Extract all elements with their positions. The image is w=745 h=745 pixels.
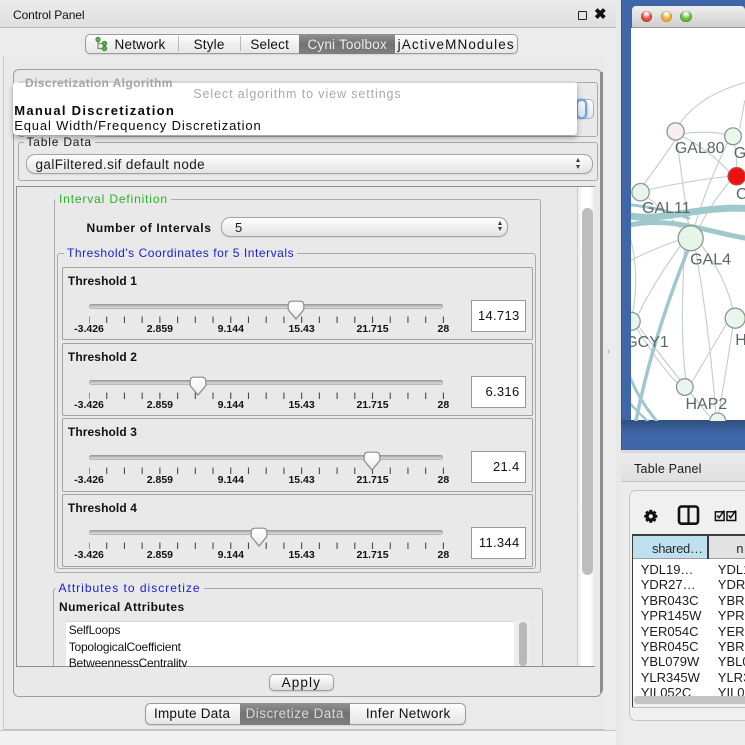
svg-text:C: C xyxy=(736,186,745,203)
svg-text:GAL4: GAL4 xyxy=(690,251,731,268)
svg-text:GA: GA xyxy=(734,145,745,162)
svg-text:HAP2: HAP2 xyxy=(686,396,728,413)
svg-text:GAL11: GAL11 xyxy=(642,200,691,217)
svg-text:H: H xyxy=(736,332,745,349)
svg-text:GAL80: GAL80 xyxy=(675,140,725,157)
svg-text:GCY1: GCY1 xyxy=(631,334,669,351)
